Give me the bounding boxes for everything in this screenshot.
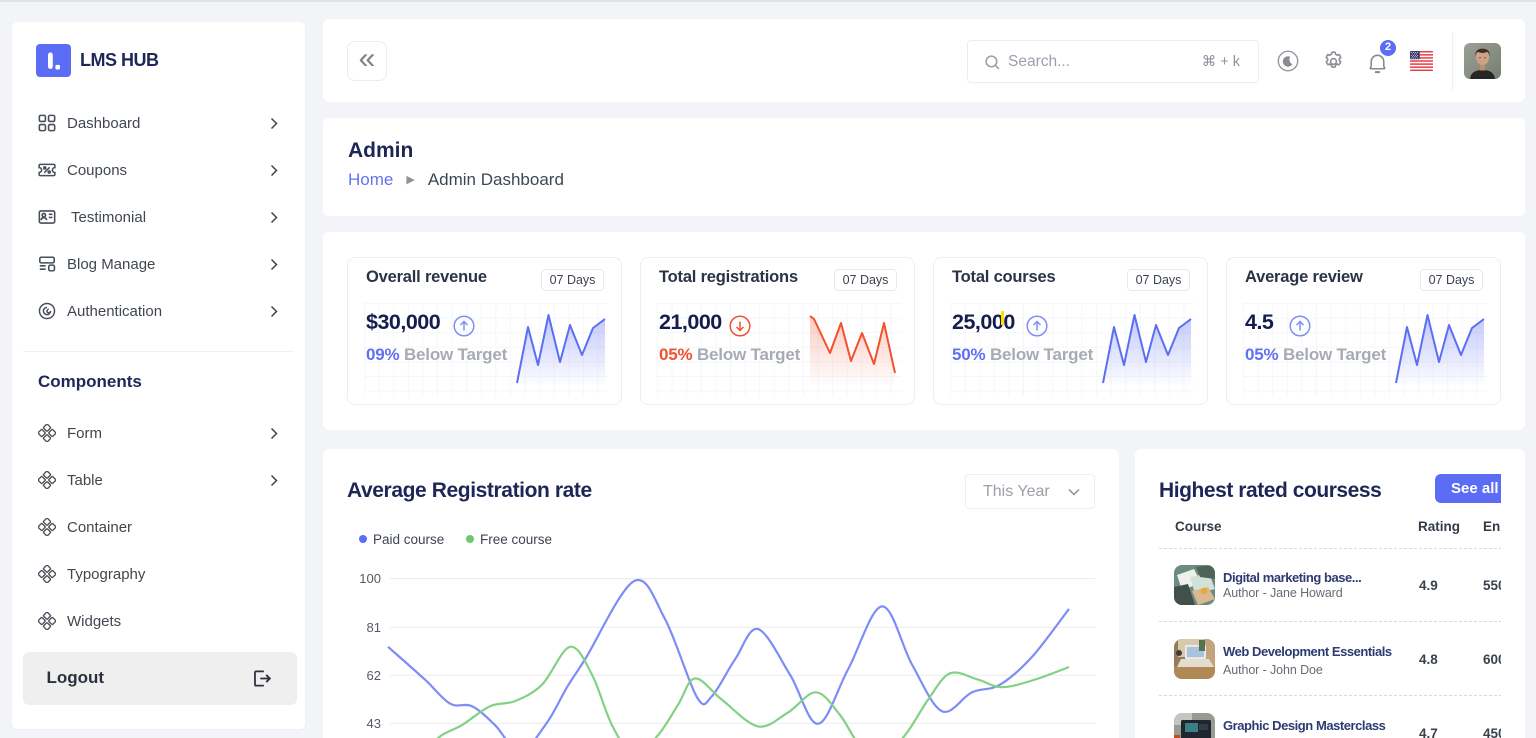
svg-text:43: 43 — [367, 716, 381, 731]
svg-text:81: 81 — [367, 620, 381, 635]
svg-text:62: 62 — [367, 668, 381, 683]
svg-text:100: 100 — [359, 571, 381, 586]
